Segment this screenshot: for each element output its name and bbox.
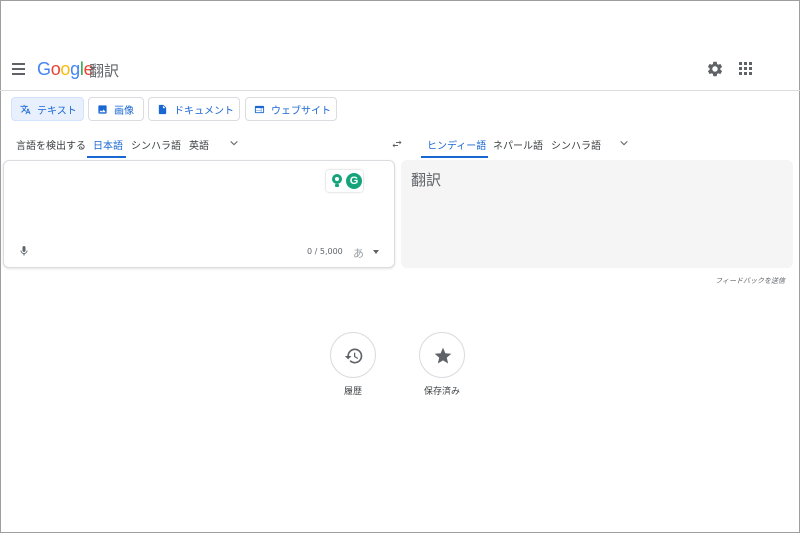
apps-icon[interactable]: [739, 62, 753, 76]
lang-tab-sinhala[interactable]: シンハラ語: [131, 137, 181, 152]
saved-button[interactable]: [419, 332, 465, 378]
lang-tab-english[interactable]: 英語: [189, 137, 209, 152]
logo-letter: g: [70, 59, 80, 79]
saved-label: 保存済み: [423, 387, 460, 397]
product-name[interactable]: 翻訳: [89, 60, 119, 81]
lightbulb-icon[interactable]: [331, 174, 343, 188]
app-header: Google 翻訳: [0, 48, 800, 91]
lang-tab-hindi[interactable]: ヒンディー語: [427, 137, 486, 152]
website-mode-label: ウェブサイト: [271, 105, 331, 117]
character-count: 0 / 5,000: [307, 247, 343, 256]
source-language-bar: 言語を検出する 日本語 シンハラ語 英語: [0, 130, 390, 158]
lang-tab-japanese[interactable]: 日本語: [93, 137, 123, 152]
text-mode-label: テキスト: [37, 105, 77, 117]
translation-placeholder: 翻訳: [411, 171, 442, 189]
google-logo[interactable]: Google: [37, 59, 94, 80]
history-action: 履歴: [318, 332, 388, 397]
lang-tab-sinhala-target[interactable]: シンハラ語: [551, 137, 601, 152]
logo-letter: o: [50, 59, 61, 79]
translate-icon: [20, 104, 31, 114]
document-mode-button[interactable]: ドキュメント: [148, 97, 240, 121]
menu-icon[interactable]: [12, 63, 25, 75]
chevron-down-icon[interactable]: [619, 138, 629, 148]
selected-source-indicator: [87, 156, 126, 158]
image-icon: [98, 104, 107, 114]
document-icon: [158, 104, 167, 114]
extension-badge: G: [326, 170, 363, 192]
target-text-area: 翻訳: [401, 160, 793, 268]
source-text-area[interactable]: G 0 / 5,000 あ: [3, 160, 395, 268]
history-label: 履歴: [343, 387, 362, 397]
lang-tab-nepali[interactable]: ネパール語: [493, 137, 543, 152]
send-feedback-link[interactable]: フィードバックを送信: [715, 276, 785, 286]
logo-letter: G: [37, 59, 51, 79]
image-mode-button[interactable]: 画像: [88, 97, 144, 121]
logo-letter: o: [60, 59, 71, 79]
saved-action: 保存済み: [407, 332, 477, 397]
image-mode-label: 画像: [114, 105, 134, 117]
website-icon: [254, 105, 265, 113]
text-mode-button[interactable]: テキスト: [11, 97, 84, 121]
website-mode-button[interactable]: ウェブサイト: [245, 97, 337, 121]
caret-down-icon[interactable]: [373, 250, 379, 254]
history-icon: [344, 348, 363, 364]
microphone-icon[interactable]: [18, 243, 30, 259]
history-button[interactable]: [330, 332, 376, 378]
gear-icon[interactable]: [706, 60, 724, 78]
input-tools-label[interactable]: あ: [353, 245, 364, 261]
document-mode-label: ドキュメント: [174, 105, 234, 117]
star-icon: [434, 347, 452, 364]
selected-target-indicator: [421, 156, 488, 158]
chevron-down-icon[interactable]: [229, 138, 239, 148]
lang-tab-detect[interactable]: 言語を検出する: [16, 137, 86, 152]
grammarly-icon[interactable]: G: [346, 173, 362, 189]
target-language-bar: ヒンディー語 ネパール語 シンハラ語: [400, 130, 800, 158]
